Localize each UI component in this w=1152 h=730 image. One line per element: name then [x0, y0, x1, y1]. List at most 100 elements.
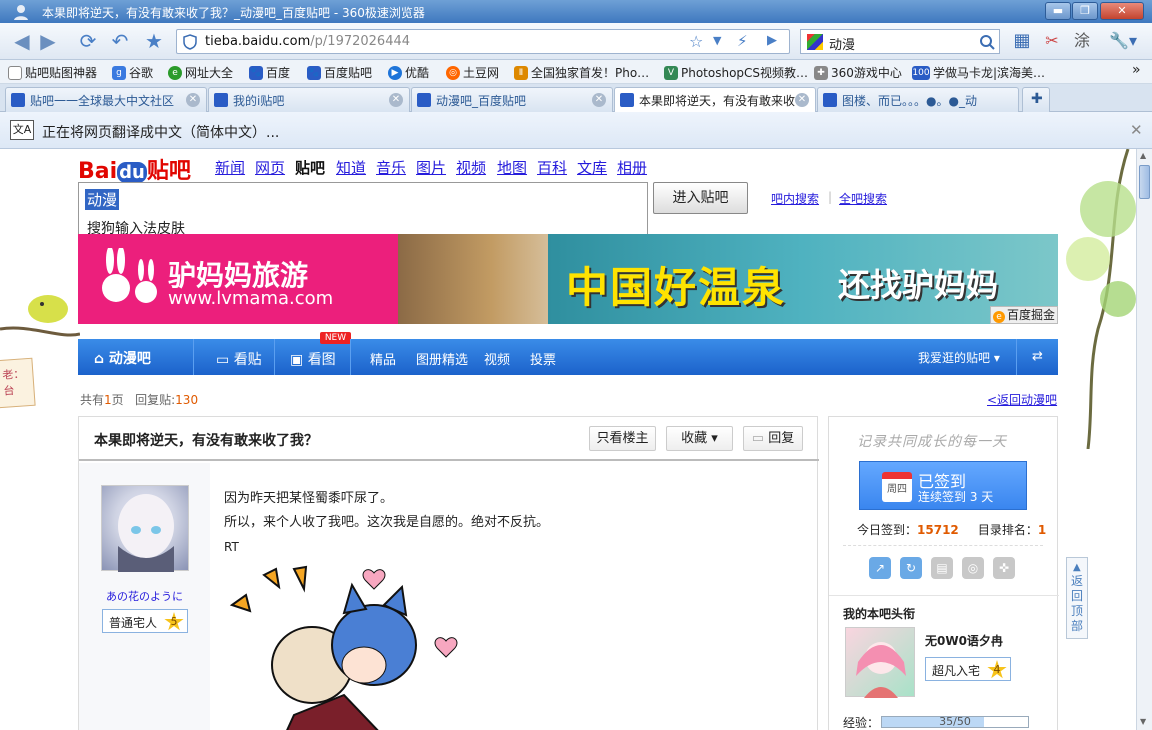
- scroll-up-icon[interactable]: ▲: [1140, 151, 1146, 160]
- maximize-button[interactable]: ❐: [1072, 2, 1098, 20]
- translate-icon: 文A: [10, 120, 34, 140]
- ad-tag[interactable]: e 百度掘金: [990, 306, 1058, 324]
- bookmark-item[interactable]: Ⅱ 全国独家首发！Pho…: [514, 64, 649, 81]
- author-name[interactable]: あの花のように: [79, 588, 210, 604]
- favorite-button[interactable]: 收藏 ▾: [666, 426, 733, 451]
- lightning-icon[interactable]: ⚡: [737, 32, 748, 50]
- back-arrow-icon[interactable]: ◀: [10, 29, 34, 53]
- clean-icon[interactable]: 涂: [1070, 29, 1094, 53]
- tab-pics[interactable]: ▣ 看图: [290, 349, 336, 369]
- tab-tieba-home[interactable]: 贴吧一一全球最大中文社区 ✕: [5, 87, 207, 112]
- nav-music[interactable]: 音乐: [376, 157, 406, 178]
- close-window-button[interactable]: ✕: [1100, 2, 1144, 20]
- browser-search-box[interactable]: 动漫: [800, 29, 1000, 54]
- share-icon[interactable]: ↗: [869, 557, 891, 579]
- search-icon[interactable]: [979, 34, 995, 50]
- close-tab-icon[interactable]: ✕: [389, 93, 403, 107]
- tab-featured[interactable]: 精品: [370, 349, 396, 368]
- extensions-grid-icon[interactable]: ▦: [1010, 29, 1034, 53]
- new-badge: NEW: [320, 332, 351, 344]
- scrollbar-thumb[interactable]: [1139, 165, 1150, 199]
- baidu-paw-icon: [823, 93, 837, 107]
- all-search-link[interactable]: 全吧搜索: [839, 190, 887, 207]
- bookmark-item[interactable]: ▶ 优酷: [388, 64, 429, 81]
- signed-in-button[interactable]: 周四 已签到 连续签到 3 天: [859, 461, 1027, 510]
- nav-album[interactable]: 相册: [617, 157, 647, 178]
- back-to-bar-link[interactable]: <返回动漫吧: [987, 391, 1057, 408]
- tab-my-tieba[interactable]: 我的i贴吧 ✕: [208, 87, 410, 112]
- baidu-tieba-logo[interactable]: Bai du贴吧: [78, 153, 191, 185]
- tab-video[interactable]: 视频: [484, 349, 510, 368]
- tab-posts[interactable]: ▭ 看贴: [216, 349, 262, 369]
- badge-icon[interactable]: ▤: [931, 557, 953, 579]
- close-tab-icon[interactable]: ✕: [186, 93, 200, 107]
- tab-vote[interactable]: 投票: [530, 349, 556, 368]
- address-bar[interactable]: tieba.baidu.com/p/1972026444 ☆ ▼ ⚡ ▶: [176, 29, 790, 54]
- tieba-search-input[interactable]: 动漫: [78, 182, 648, 214]
- medal-icon[interactable]: ◎: [962, 557, 984, 579]
- nav-baike[interactable]: 百科: [537, 157, 567, 178]
- lvmama-banner-ad[interactable]: 驴妈妈旅游 www.lvmama.com 中国好温泉 还找驴妈妈: [78, 234, 1058, 324]
- exp-progress-bar: 35/50: [881, 715, 1029, 728]
- tab-image-post[interactable]: 图楼、而已。。。●。●_动: [817, 87, 1019, 112]
- bookmark-item[interactable]: ◎ 土豆网: [446, 64, 499, 81]
- search-engine-icon[interactable]: [807, 34, 823, 50]
- my-bars-dropdown[interactable]: 我爱逛的贴吧 ▾: [918, 349, 1000, 366]
- favorite-star-icon[interactable]: ★: [142, 29, 166, 53]
- forward-arrow-icon[interactable]: ▶: [36, 29, 60, 53]
- member-rank-badge[interactable]: 超凡入宅 4: [925, 657, 1011, 681]
- refresh-icon[interactable]: ⟳: [76, 29, 100, 53]
- tab-current-post[interactable]: 本果即将逆天，有没有敢来收 ✕: [614, 87, 816, 112]
- inbar-search-link[interactable]: 吧内搜索: [771, 190, 819, 207]
- bookmark-item[interactable]: e 网址大全: [168, 64, 233, 81]
- bar-home-link[interactable]: ⌂ 动漫吧: [94, 348, 151, 368]
- tools-wrench-icon[interactable]: 🔧▾: [1104, 29, 1142, 53]
- more-bookmarks-icon[interactable]: »: [1132, 62, 1141, 78]
- bookmark-item[interactable]: 🐾 百度: [249, 64, 290, 81]
- bookmark-item[interactable]: 贴吧贴图神器: [8, 64, 97, 81]
- baidu-100-icon: 100: [912, 65, 930, 80]
- share-circle-icon[interactable]: ↻: [900, 557, 922, 579]
- bookmark-item[interactable]: ✚ 360游戏中心: [814, 64, 902, 81]
- author-rank-badge[interactable]: 普通宅人 5: [102, 609, 188, 633]
- go-arrow-icon[interactable]: ▶: [767, 33, 777, 48]
- switch-icon[interactable]: ⇄: [1032, 349, 1043, 364]
- back-to-top-button[interactable]: ▲ 返回顶部: [1066, 557, 1088, 639]
- undo-icon[interactable]: ↶: [108, 29, 132, 53]
- home-icon: ⌂: [94, 351, 105, 367]
- nav-web[interactable]: 网页: [255, 157, 285, 178]
- user-avatar-icon[interactable]: [12, 3, 30, 21]
- nav-images[interactable]: 图片: [416, 157, 446, 178]
- new-tab-button[interactable]: ✚: [1022, 87, 1050, 112]
- puzzle-icon[interactable]: ✜: [993, 557, 1015, 579]
- bookmark-item[interactable]: 🐾 百度贴吧: [307, 64, 372, 81]
- avatar[interactable]: [101, 485, 189, 572]
- screenshot-icon[interactable]: ✂: [1040, 29, 1064, 53]
- bookmark-star-icon[interactable]: ☆: [689, 32, 703, 51]
- nav-map[interactable]: 地图: [497, 157, 527, 178]
- bookmark-item[interactable]: 100 学做马卡龙|滨海美…: [912, 64, 1045, 81]
- bookmark-item[interactable]: g 谷歌: [112, 64, 153, 81]
- nav-news[interactable]: 新闻: [215, 157, 245, 178]
- nav-video[interactable]: 视频: [456, 157, 486, 178]
- member-avatar[interactable]: [845, 627, 915, 698]
- close-translate-icon[interactable]: ✕: [1130, 121, 1143, 139]
- close-tab-icon[interactable]: ✕: [795, 93, 809, 107]
- nav-zhidao[interactable]: 知道: [336, 157, 366, 178]
- scroll-down-icon[interactable]: ▼: [1140, 717, 1146, 726]
- nav-wenku[interactable]: 文库: [577, 157, 607, 178]
- minimize-button[interactable]: ▬: [1045, 2, 1071, 20]
- reply-button[interactable]: ▭ 回复: [743, 426, 803, 451]
- exp-label: 经验：: [843, 716, 880, 730]
- member-name[interactable]: 无0W0语夕冉: [925, 632, 1003, 649]
- gamepad-icon: ✚: [814, 65, 828, 80]
- tab-album-picks[interactable]: 图册精选: [416, 349, 468, 368]
- dropdown-arrow-icon[interactable]: ▼: [713, 34, 721, 47]
- tab-dongman-bar[interactable]: 动漫吧_百度贴吧 ✕: [411, 87, 613, 112]
- bookmark-item[interactable]: V PhotoshopCS视频教…: [664, 64, 808, 81]
- only-op-button[interactable]: 只看楼主: [589, 426, 656, 451]
- post-stats: 共有1页 回复贴:130: [80, 393, 199, 407]
- enter-bar-button[interactable]: 进入贴吧: [653, 182, 748, 214]
- page-scrollbar[interactable]: ▲ ▼: [1136, 149, 1152, 730]
- close-tab-icon[interactable]: ✕: [592, 93, 606, 107]
